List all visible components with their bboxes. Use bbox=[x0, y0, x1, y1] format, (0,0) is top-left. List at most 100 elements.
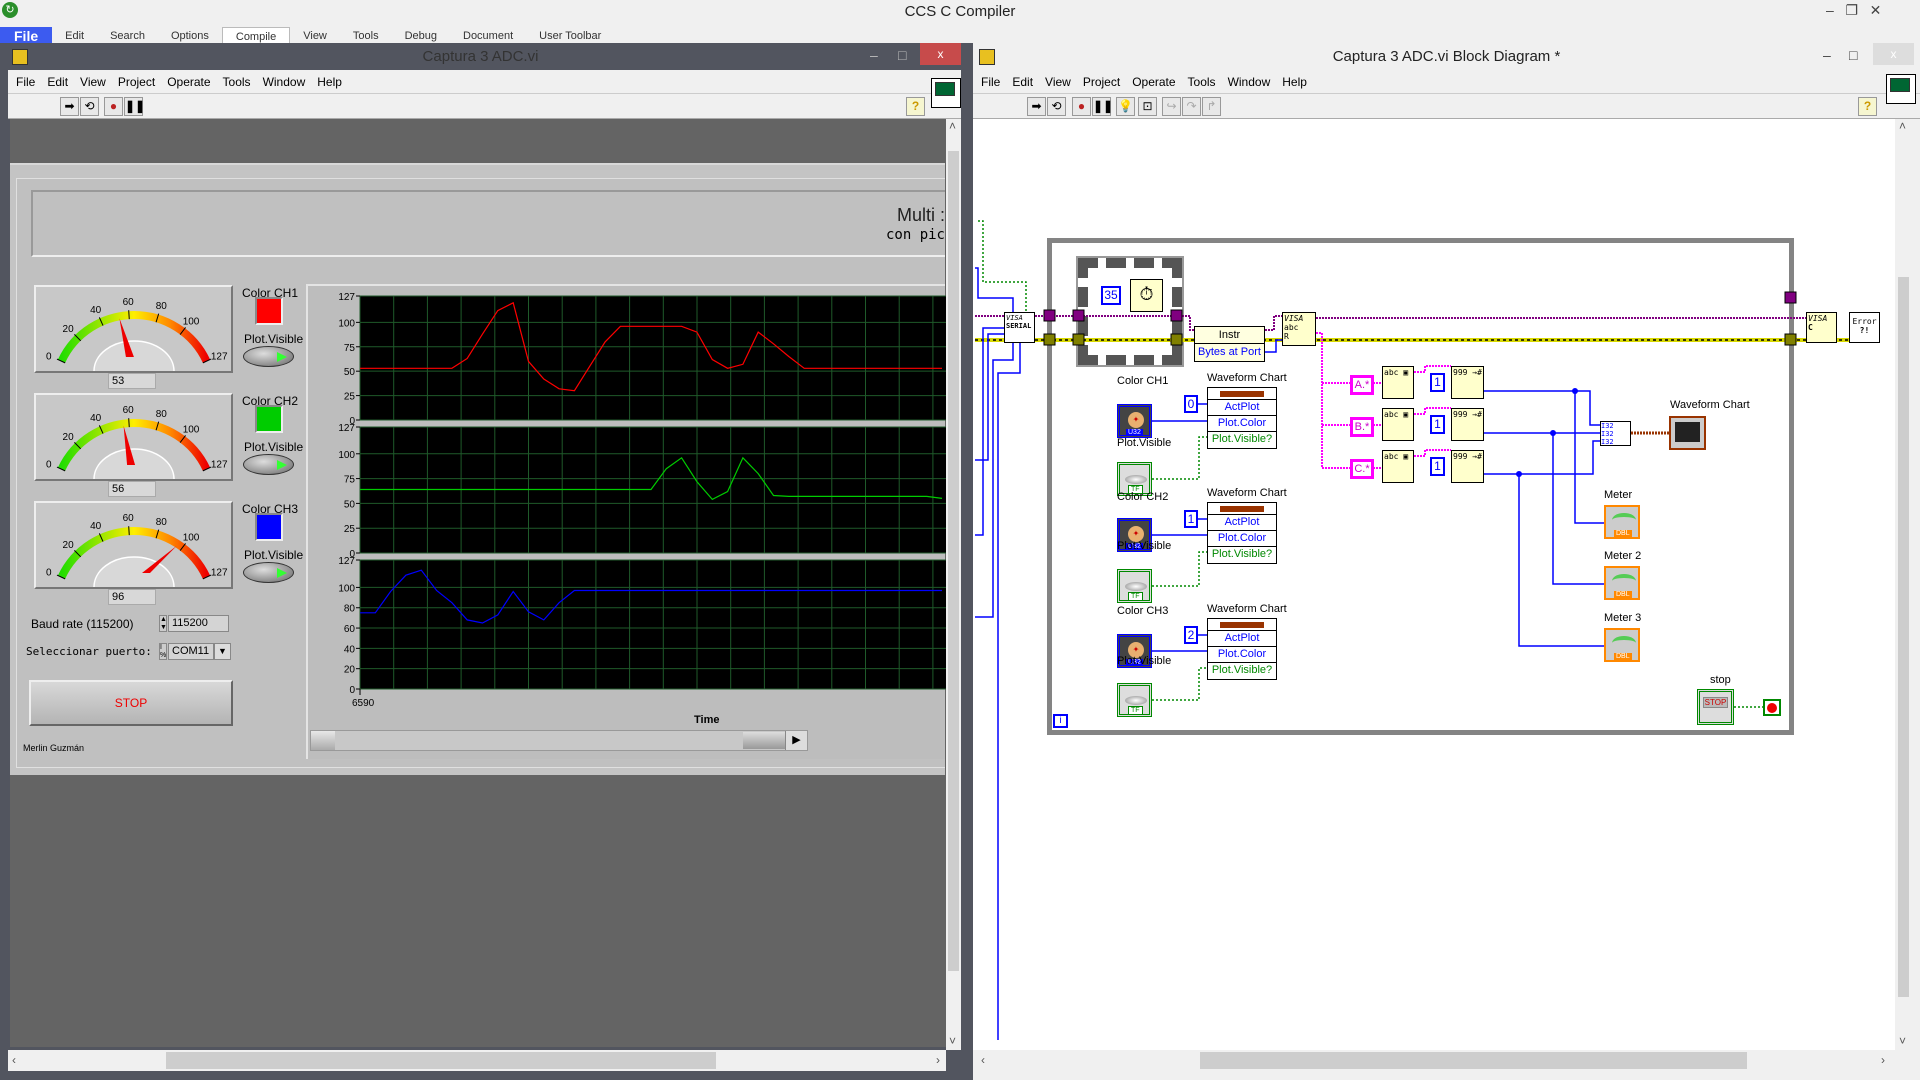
bool-type: TF bbox=[1128, 706, 1143, 715]
chart-property-node[interactable]: ActPlot Plot.Color Plot.Visible? bbox=[1207, 387, 1277, 449]
number-wire-c bbox=[1484, 440, 1604, 647]
tunnel bbox=[1170, 309, 1183, 322]
string-wire bbox=[1316, 332, 1382, 469]
scroll-right-icon[interactable]: › bbox=[1881, 1053, 1885, 1067]
decimal-string-to-number-node[interactable]: 999 →# bbox=[1451, 450, 1484, 483]
tunnel bbox=[1784, 333, 1797, 346]
meter-terminal[interactable]: DBL bbox=[1604, 628, 1640, 662]
property-plotcolor[interactable]: Plot.Color bbox=[1208, 647, 1276, 663]
color-ch1-terminal-label: Color CH1 bbox=[1117, 375, 1169, 387]
instr-class: Instr bbox=[1195, 327, 1264, 344]
offset-constant[interactable]: 1 bbox=[1430, 415, 1445, 434]
tunnel bbox=[1072, 333, 1085, 346]
chart-property-node[interactable]: ActPlot Plot.Color Plot.Visible? bbox=[1207, 618, 1277, 680]
property-actplot[interactable]: ActPlot bbox=[1208, 631, 1276, 647]
property-plotvisible[interactable]: Plot.Visible? bbox=[1208, 547, 1276, 563]
meter-icon bbox=[1612, 574, 1636, 588]
plot-visible-terminal-label: Plot.Visible bbox=[1117, 655, 1172, 667]
plot-index-constant[interactable]: 1 bbox=[1184, 510, 1198, 528]
match-pattern-node[interactable]: abc ▣ bbox=[1382, 450, 1414, 483]
tunnel bbox=[1072, 309, 1085, 322]
wire bbox=[975, 327, 1021, 1040]
decimal-string-to-number-node[interactable]: 999 →# bbox=[1451, 408, 1484, 441]
block-diagram-vscrollbar[interactable]: ˄ ˅ bbox=[1895, 119, 1912, 1050]
stop-terminal-label: stop bbox=[1710, 674, 1731, 686]
plot-visible-terminal-label: Plot.Visible bbox=[1117, 540, 1172, 552]
color-palette-icon: ✦ bbox=[1128, 412, 1144, 428]
offset-constant[interactable]: 1 bbox=[1430, 457, 1445, 476]
scroll-up-icon[interactable]: ˄ bbox=[1899, 119, 1906, 133]
visa-read-node[interactable]: VISA abc R bbox=[1282, 312, 1316, 346]
property-plotcolor[interactable]: Plot.Color bbox=[1208, 531, 1276, 547]
block-diagram-hscrollbar[interactable]: ‹ › bbox=[975, 1050, 1895, 1071]
property-node-label: Waveform Chart bbox=[1207, 487, 1287, 499]
pattern-constant[interactable]: C.* bbox=[1350, 459, 1374, 479]
wait-ms-constant[interactable]: 35 bbox=[1101, 286, 1121, 305]
array-type: I32 bbox=[1601, 422, 1614, 430]
build-array-node[interactable]: I32 I32 I32 bbox=[1600, 421, 1631, 446]
wire-junction bbox=[1516, 471, 1522, 477]
property-plotvisible[interactable]: Plot.Visible? bbox=[1208, 432, 1276, 448]
dbl-type: DBL bbox=[1614, 653, 1632, 660]
meter-terminal-label: Meter 3 bbox=[1604, 612, 1642, 624]
meter-terminal-label: Meter 2 bbox=[1604, 550, 1642, 562]
bool-type: TF bbox=[1128, 592, 1143, 601]
tunnel bbox=[1784, 291, 1797, 304]
property-node-header bbox=[1208, 619, 1276, 631]
property-actplot[interactable]: ActPlot bbox=[1208, 515, 1276, 531]
plot-visible-terminal[interactable]: TF bbox=[1117, 683, 1152, 717]
wire-junction bbox=[1572, 388, 1578, 394]
visa-close-node[interactable]: VISA C bbox=[1806, 312, 1837, 343]
meter-icon bbox=[1612, 636, 1636, 650]
toggle-icon bbox=[1125, 475, 1147, 484]
chart-property-node[interactable]: ActPlot Plot.Color Plot.Visible? bbox=[1207, 502, 1277, 564]
waveform-chart-terminal-icon[interactable] bbox=[1669, 416, 1706, 450]
property-plotcolor[interactable]: Plot.Color bbox=[1208, 416, 1276, 432]
scroll-down-icon[interactable]: ˅ bbox=[1899, 1034, 1906, 1048]
visa-close-label: VISA bbox=[1808, 314, 1828, 323]
visible-wire bbox=[1152, 551, 1207, 587]
match-pattern-node[interactable]: abc ▣ bbox=[1382, 366, 1414, 399]
stop-terminal[interactable]: STOP bbox=[1697, 689, 1734, 725]
error-out-node[interactable]: Error?! bbox=[1849, 312, 1880, 343]
hscroll-thumb[interactable] bbox=[1200, 1052, 1747, 1069]
scroll-left-icon[interactable]: ‹ bbox=[981, 1053, 985, 1067]
visa-serial-node[interactable]: VISA SERIAL bbox=[1004, 312, 1035, 343]
visa-serial-sub: SERIAL bbox=[1006, 322, 1032, 330]
number-wire-b bbox=[1484, 432, 1604, 585]
offset-constant[interactable]: 1 bbox=[1430, 373, 1445, 392]
match-pattern-node[interactable]: abc ▣ bbox=[1382, 408, 1414, 441]
decimal-string-to-number-node[interactable]: 999 →# bbox=[1451, 366, 1484, 399]
chart-terminal-label: Waveform Chart bbox=[1670, 399, 1750, 411]
wires bbox=[975, 220, 1849, 1040]
tunnel bbox=[1043, 309, 1056, 322]
loop-condition-icon[interactable] bbox=[1763, 699, 1781, 716]
iteration-terminal: i bbox=[1053, 714, 1068, 728]
pattern-constant[interactable]: A.* bbox=[1350, 375, 1374, 395]
color-ch1-terminal[interactable]: ✦ U32 bbox=[1117, 404, 1152, 438]
wait-ms-stopwatch-icon[interactable]: ⏱ bbox=[1130, 279, 1163, 312]
wire-junction bbox=[1550, 430, 1556, 436]
property-plotvisible[interactable]: Plot.Visible? bbox=[1208, 663, 1276, 679]
visa-read-label: VISA bbox=[1284, 314, 1304, 323]
vscroll-thumb[interactable] bbox=[1898, 277, 1909, 997]
plot-index-constant[interactable]: 0 bbox=[1184, 395, 1198, 413]
property-actplot[interactable]: ActPlot bbox=[1208, 400, 1276, 416]
plot-visible-terminal[interactable]: TF bbox=[1117, 569, 1152, 603]
visa-resource-wire bbox=[1265, 315, 1282, 331]
stop-terminal-text: STOP bbox=[1703, 697, 1728, 708]
meter-terminal[interactable]: DBL bbox=[1604, 505, 1640, 539]
toggle-icon bbox=[1125, 696, 1147, 705]
instr-property-node[interactable]: Instr Bytes at Port bbox=[1194, 326, 1265, 362]
property-node-header bbox=[1208, 388, 1276, 400]
visible-wire bbox=[1152, 667, 1207, 701]
meter-icon bbox=[1612, 513, 1636, 527]
plot-visible-terminal-label: Plot.Visible bbox=[1117, 437, 1172, 449]
toggle-icon bbox=[1125, 582, 1147, 591]
visa-serial-label: VISA bbox=[1006, 314, 1023, 322]
meter-terminal[interactable]: DBL bbox=[1604, 566, 1640, 600]
pattern-constant[interactable]: B.* bbox=[1350, 417, 1374, 437]
property-node-label: Waveform Chart bbox=[1207, 603, 1287, 615]
plot-index-constant[interactable]: 2 bbox=[1184, 626, 1198, 644]
color-ch3-terminal-label: Color CH3 bbox=[1117, 605, 1169, 617]
